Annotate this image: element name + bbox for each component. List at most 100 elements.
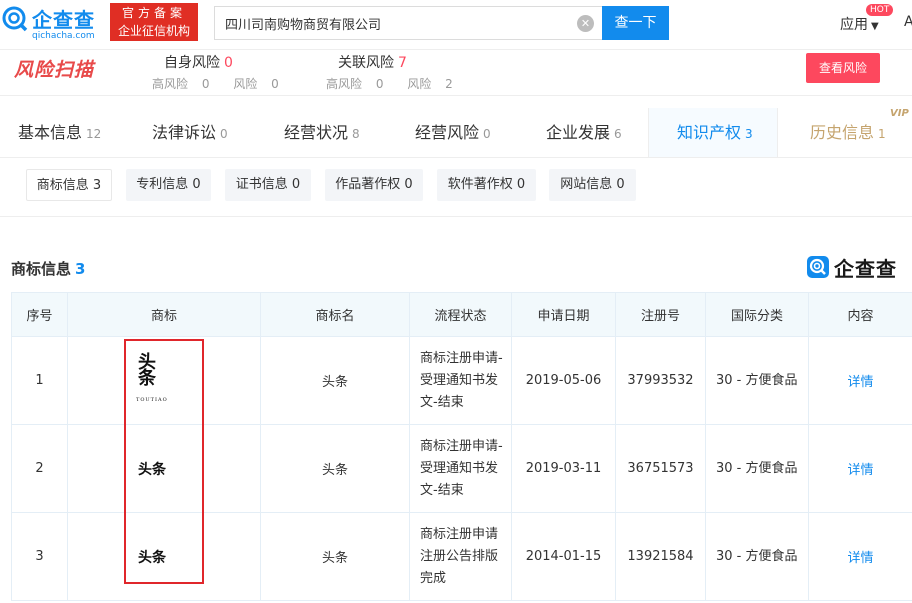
- tab-label: 法律诉讼: [152, 123, 217, 142]
- detail-link[interactable]: 详情: [808, 424, 912, 513]
- risk-scan-logo: 风险扫描: [14, 59, 95, 81]
- tab-legal[interactable]: 法律诉讼 0: [152, 108, 228, 158]
- col-header-name: 商标名: [260, 292, 410, 337]
- tab-count: 12: [86, 127, 102, 141]
- cell-reg-no: 13921584: [615, 512, 706, 601]
- self-risk-sub-label: 风险: [233, 77, 258, 91]
- main-nav-tabs: 基本信息 12 法律诉讼 0 经营状况 8 经营风险 0 企业发展 6 知识产权 3 历史信…: [0, 108, 912, 158]
- tab-count: 0: [220, 127, 228, 141]
- col-header-trademark: 商标: [67, 292, 261, 337]
- cell-date: 2014-01-15: [511, 512, 616, 601]
- tab-label: 企业发展: [546, 123, 611, 142]
- search-input[interactable]: [215, 7, 602, 39]
- trademark-image-text: 头条: [135, 352, 156, 384]
- col-header-reg-no: 注册号: [615, 292, 706, 337]
- clear-icon[interactable]: ✕: [577, 15, 594, 32]
- subtab-software-copyright[interactable]: 软件著作权 0: [437, 169, 536, 201]
- subtab-website[interactable]: 网站信息 0: [549, 169, 636, 201]
- search-box: ✕: [214, 6, 602, 40]
- trademark-image-text: 头条: [138, 461, 166, 478]
- cell-class: 30 - 方便食品: [705, 512, 809, 601]
- trademark-table: 序号 商标 商标名 流程状态 申请日期 注册号 国际分类 内容 1 头条 TOU…: [11, 292, 912, 601]
- cell-trademark-image[interactable]: 头条: [67, 512, 261, 601]
- related-risk-label: 关联风险: [338, 55, 394, 71]
- table-row: 3 头条 头条 商标注册申请注册公告排版完成 2014-01-15 139215…: [11, 512, 912, 601]
- col-header-class: 国际分类: [705, 292, 809, 337]
- logo-name: 企查查: [32, 8, 95, 32]
- tab-label: 经营风险: [415, 123, 480, 142]
- gov-record-badge[interactable]: 官方备案 企业征信机构: [110, 3, 198, 41]
- tab-business-risk[interactable]: 经营风险 0: [415, 108, 491, 158]
- col-header-index: 序号: [11, 292, 68, 337]
- cell-status: 商标注册申请-受理通知书发文-结束: [409, 424, 512, 513]
- table-header-row: 序号 商标 商标名 流程状态 申请日期 注册号 国际分类 内容: [11, 292, 912, 337]
- logo-domain: qichacha.com: [32, 31, 95, 41]
- qcc-logo[interactable]: 企查查 qichacha.com: [0, 4, 110, 46]
- trademark-image-text: 头条: [138, 549, 166, 566]
- subtab-certificate[interactable]: 证书信息 0: [225, 169, 311, 201]
- tab-operations[interactable]: 经营状况 8: [284, 108, 360, 158]
- self-high-count: 0: [201, 77, 210, 91]
- section-divider: [0, 216, 912, 217]
- tab-basic-info[interactable]: 基本信息 12: [18, 108, 101, 158]
- cell-index: 3: [11, 512, 68, 601]
- self-risk-label: 自身风险: [164, 55, 220, 71]
- related-risk-count: 7: [398, 55, 407, 71]
- related-high-count: 0: [375, 77, 384, 91]
- cell-name: 头条: [260, 336, 410, 425]
- tab-label: 历史信息: [810, 123, 875, 142]
- tab-count: 0: [483, 127, 491, 141]
- cell-status: 商标注册申请-受理通知书发文-结束: [409, 336, 512, 425]
- cell-reg-no: 36751573: [615, 424, 706, 513]
- table-row: 1 头条 TOUTIAO 头条 商标注册申请-受理通知书发文-结束 2019-0…: [11, 336, 912, 425]
- cell-name: 头条: [260, 512, 410, 601]
- vip-tag: VIP: [890, 108, 909, 119]
- risk-scan-bar: 风险扫描 自身风险 0 高风险 0 风险 0 关联风险 7 高风险 0 风险 2 查…: [0, 50, 912, 96]
- related-high-label: 高风险: [326, 77, 363, 91]
- cell-trademark-image[interactable]: 头条: [67, 424, 261, 513]
- cell-date: 2019-03-11: [511, 424, 616, 513]
- tab-ip[interactable]: 知识产权 3: [677, 108, 753, 158]
- detail-link[interactable]: 详情: [808, 336, 912, 425]
- subtab-patent[interactable]: 专利信息 0: [126, 169, 211, 201]
- section-count: 3: [75, 260, 86, 278]
- subtab-trademark[interactable]: 商标信息 3: [26, 169, 112, 201]
- page-root: 企查查 qichacha.com 官方备案 企业征信机构 ✕ 查一下 应用▼ H…: [0, 0, 912, 603]
- cell-class: 30 - 方便食品: [705, 424, 809, 513]
- cell-name: 头条: [260, 424, 410, 513]
- app-menu[interactable]: 应用 ▼: [840, 14, 879, 34]
- tab-development[interactable]: 企业发展 6: [546, 108, 622, 158]
- tab-label: 基本信息: [18, 123, 83, 142]
- self-risk-group[interactable]: 自身风险 0 高风险 0 风险 0: [152, 52, 299, 92]
- tab-count: 6: [614, 127, 622, 141]
- cell-class: 30 - 方便食品: [705, 336, 809, 425]
- tab-label: 知识产权: [677, 123, 742, 142]
- related-risk-group[interactable]: 关联风险 7 高风险 0 风险 2: [326, 52, 473, 92]
- trademark-image: 头条: [138, 459, 166, 479]
- trademark-image-subtext: TOUTIAO: [136, 397, 168, 403]
- cell-index: 2: [11, 424, 68, 513]
- section-title: 商标信息 3: [11, 258, 85, 279]
- table-row: 2 头条 头条 商标注册申请-受理通知书发文-结束 2019-03-11 367…: [11, 424, 912, 513]
- cell-date: 2019-05-06: [511, 336, 616, 425]
- cell-index: 1: [11, 336, 68, 425]
- user-menu-stub[interactable]: A: [904, 14, 912, 30]
- qcc-watermark-text: 企查查: [834, 257, 897, 281]
- view-risk-button[interactable]: 查看风险: [806, 53, 880, 83]
- detail-link[interactable]: 详情: [808, 512, 912, 601]
- hot-badge: HOT: [866, 4, 894, 16]
- tab-label: 经营状况: [284, 123, 349, 142]
- gov-badge-line2: 企业征信机构: [117, 24, 190, 38]
- cell-reg-no: 37993532: [615, 336, 706, 425]
- qcc-watermark-icon: [807, 256, 829, 278]
- subtab-work-copyright[interactable]: 作品著作权 0: [325, 169, 423, 201]
- tab-count: 3: [745, 127, 753, 141]
- section-title-label: 商标信息: [11, 260, 72, 278]
- cell-trademark-image[interactable]: 头条 TOUTIAO: [67, 336, 261, 425]
- search-button[interactable]: 查一下: [602, 6, 669, 40]
- trademark-image: 头条: [138, 547, 166, 567]
- tab-history[interactable]: 历史信息 1: [810, 108, 886, 158]
- col-header-content: 内容: [808, 292, 912, 337]
- tab-count: 8: [352, 127, 360, 141]
- self-risk-sub-count: 0: [271, 77, 279, 91]
